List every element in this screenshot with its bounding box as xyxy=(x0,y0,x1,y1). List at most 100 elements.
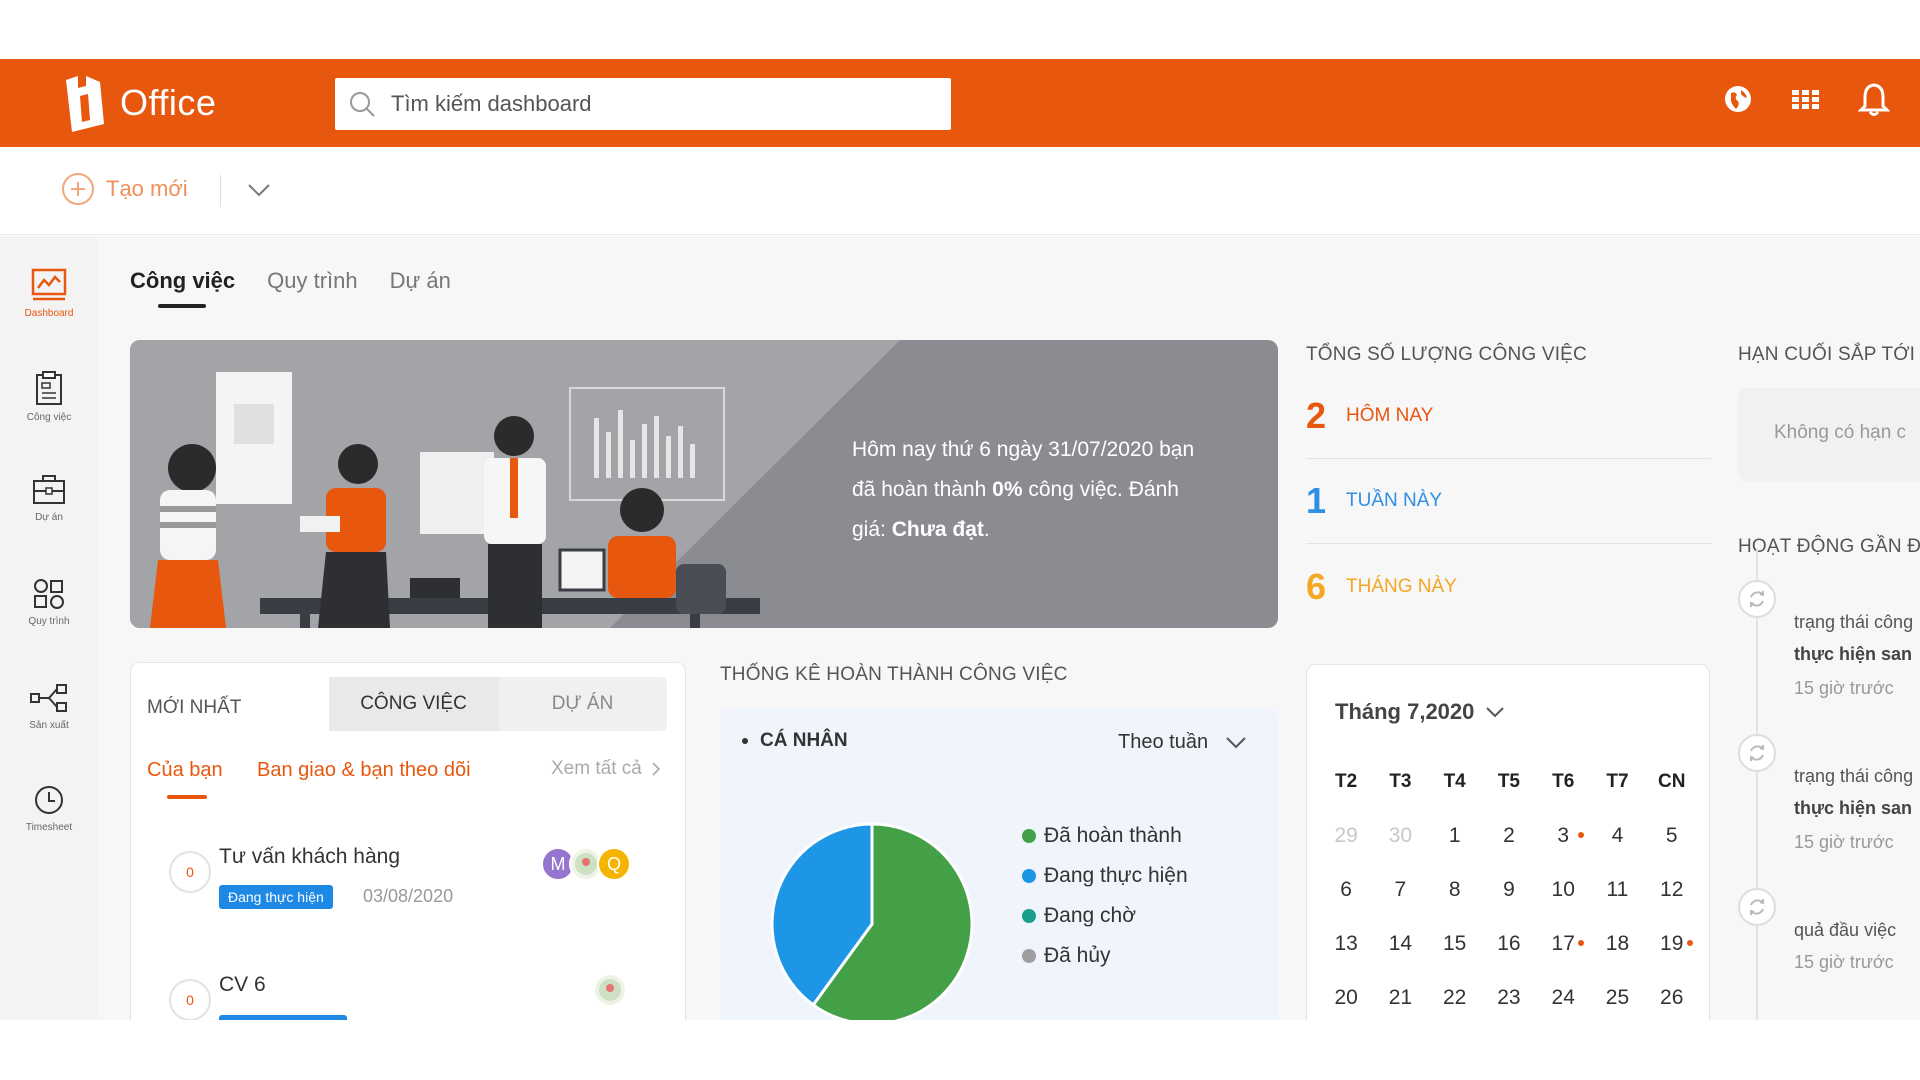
calendar-day-number: 13 xyxy=(1334,932,1358,955)
event-dot-icon xyxy=(1686,940,1693,946)
activity-item[interactable]: quả đầu việc 15 giờ trước xyxy=(1738,888,1920,1008)
calendar-day[interactable]: 6 xyxy=(1319,878,1373,902)
legend-item[interactable]: Đang thực hiện xyxy=(1022,864,1188,888)
calendar-day[interactable]: 14 xyxy=(1373,932,1427,956)
sidebar-item-du-an[interactable]: Dự án xyxy=(0,474,98,523)
calendar-day-number: 20 xyxy=(1334,986,1358,1009)
stat-today[interactable]: 2 HÔM NAY xyxy=(1306,374,1711,459)
activity-time: 15 giờ trước xyxy=(1794,832,1894,852)
task-item[interactable]: 0 Tư vấn khách hàng Đang thực hiện 03/08… xyxy=(169,845,659,921)
legend-item[interactable]: Đang chờ xyxy=(1022,904,1136,928)
calendar-day-number: 10 xyxy=(1551,878,1575,901)
activity-title: HOẠT ĐỘNG GẦN Đ xyxy=(1738,536,1920,557)
chevron-down-icon[interactable] xyxy=(246,177,272,203)
seg-work-button[interactable]: CÔNG VIỆC xyxy=(329,677,498,731)
sidebar-item-cong-viec[interactable]: Công việc xyxy=(0,370,98,423)
calendar-day-number: 25 xyxy=(1605,986,1630,1009)
calendar-day[interactable]: 26 xyxy=(1645,986,1699,1010)
sidebar-item-san-xuat[interactable]: Sản xuất xyxy=(0,682,98,731)
banner-line-2-post: công việc. Đánh xyxy=(1022,478,1179,501)
stat-month[interactable]: 6 THÁNG NÀY xyxy=(1306,544,1711,629)
calendar-day[interactable]: 21 xyxy=(1373,986,1427,1010)
apps-grid-icon[interactable] xyxy=(1790,81,1822,117)
welcome-banner: Hôm nay thứ 6 ngày 31/07/2020 bạn đã hoà… xyxy=(130,340,1278,628)
calendar-day-number: 17 xyxy=(1551,932,1575,955)
activity-text: quả đầu việc xyxy=(1794,920,1897,940)
calendar-day[interactable]: 12 xyxy=(1645,878,1699,902)
calendar-day[interactable]: 29 xyxy=(1319,824,1373,848)
filter-assigned-tab[interactable]: Ban giao & bạn theo dõi xyxy=(257,759,471,782)
avatar[interactable] xyxy=(593,973,627,1007)
calendar-weekday: T4 xyxy=(1443,771,1466,792)
calendar-day[interactable]: 10 xyxy=(1536,878,1590,902)
activity-item[interactable]: trạng thái công thực hiện san 15 giờ trư… xyxy=(1738,580,1920,700)
legend-item[interactable]: Đã hoàn thành xyxy=(1022,824,1182,848)
calendar-day-number: 18 xyxy=(1605,932,1630,955)
calendar-day[interactable]: 5 xyxy=(1645,824,1699,848)
legend-item[interactable]: Đã hủy xyxy=(1022,944,1111,968)
tab-du-an[interactable]: Dự án xyxy=(390,268,451,308)
search-input[interactable] xyxy=(391,80,951,128)
legend-dot xyxy=(1022,909,1036,923)
sidebar-item-dashboard[interactable]: Dashboard xyxy=(0,268,98,319)
avatar-image-icon xyxy=(599,979,621,1001)
create-new-button[interactable]: Tạo mới xyxy=(62,173,188,205)
calendar-day-number: 23 xyxy=(1497,986,1521,1009)
calendar-month-select[interactable]: Tháng 7,2020 xyxy=(1335,699,1506,725)
calendar-day[interactable]: 3 xyxy=(1536,824,1590,848)
tab-cong-viec[interactable]: Công việc xyxy=(130,268,235,308)
filter-active-underline xyxy=(167,795,207,799)
top-icons xyxy=(1722,81,1891,117)
bell-icon[interactable] xyxy=(1857,81,1891,117)
tab-quy-trinh[interactable]: Quy trình xyxy=(267,268,357,308)
view-all-link[interactable]: Xem tất cả xyxy=(551,758,664,780)
refresh-icon xyxy=(1738,888,1776,926)
avatar[interactable]: Q xyxy=(597,847,631,881)
sidebar-item-quy-trinh[interactable]: Quy trình xyxy=(0,578,98,627)
calendar-day[interactable]: 4 xyxy=(1590,824,1644,848)
globe-icon[interactable] xyxy=(1722,81,1754,117)
sidebar-item-timesheet[interactable]: Timesheet xyxy=(0,784,98,833)
latest-segmented-control: CÔNG VIỆC DỰ ÁN xyxy=(329,677,667,731)
app-logo[interactable]: Office xyxy=(56,65,216,141)
calendar-day[interactable]: 2 xyxy=(1482,824,1536,848)
seg-project-button[interactable]: DỰ ÁN xyxy=(498,677,667,731)
calendar-day[interactable]: 30 xyxy=(1373,824,1427,848)
legend-dot xyxy=(1022,829,1036,843)
calendar-day[interactable]: 9 xyxy=(1482,878,1536,902)
calendar-day[interactable]: 19 xyxy=(1645,932,1699,956)
calendar-day[interactable]: 13 xyxy=(1319,932,1373,956)
stat-week[interactable]: 1 TUẦN NÀY xyxy=(1306,459,1711,544)
calendar-day[interactable]: 20 xyxy=(1319,986,1373,1010)
calendar-day[interactable]: 24 xyxy=(1536,986,1590,1010)
banner-line-1: Hôm nay thứ 6 ngày 31/07/2020 bạn xyxy=(852,438,1195,461)
evaluation-result: Chưa đạt xyxy=(891,518,984,541)
clock-icon xyxy=(35,786,63,814)
legend-label: Đang chờ xyxy=(1044,904,1136,927)
logo-icon xyxy=(56,74,108,132)
calendar-day[interactable]: 15 xyxy=(1428,932,1482,956)
task-item[interactable]: 0 CV 6 xyxy=(169,973,659,1020)
calendar-day[interactable]: 1 xyxy=(1428,824,1482,848)
calendar-day[interactable]: 18 xyxy=(1590,932,1644,956)
calendar-day[interactable]: 22 xyxy=(1428,986,1482,1010)
calendar-day[interactable]: 23 xyxy=(1482,986,1536,1010)
calendar-day-number: 14 xyxy=(1388,932,1413,955)
calendar-day[interactable]: 17 xyxy=(1536,932,1590,956)
activity-text: trạng thái công xyxy=(1794,766,1914,786)
calendar-day[interactable]: 25 xyxy=(1590,986,1644,1010)
filter-yours-tab[interactable]: Của bạn xyxy=(147,759,223,794)
activity-item[interactable]: trạng thái công thực hiện san 15 giờ trư… xyxy=(1738,734,1920,854)
status-badge: Đang thực hiện xyxy=(219,885,333,909)
calendar-week-row: 6 7 8 9 10 11 12 xyxy=(1319,863,1699,917)
sidebar-label: Dashboard xyxy=(24,308,74,319)
calendar-day[interactable]: 7 xyxy=(1373,878,1427,902)
stat-label: THÁNG NÀY xyxy=(1346,575,1457,597)
calendar-day[interactable]: 8 xyxy=(1428,878,1482,902)
legend-label: Đã hoàn thành xyxy=(1044,824,1182,847)
calendar-day[interactable]: 16 xyxy=(1482,932,1536,956)
period-select[interactable]: Theo tuần xyxy=(1118,730,1248,754)
calendar-day-number: 9 xyxy=(1503,878,1515,901)
activity-text-bold: thực hiện san xyxy=(1794,644,1913,664)
calendar-day[interactable]: 11 xyxy=(1590,878,1644,902)
